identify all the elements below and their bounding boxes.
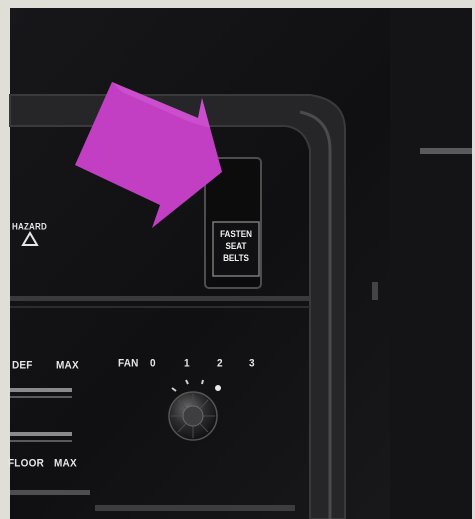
floor-slider-track bbox=[10, 432, 72, 436]
def-label: DEF bbox=[12, 359, 33, 372]
max-bottom-label: MAX bbox=[54, 457, 77, 470]
fasten-seat-belts-label: FASTEN SEAT BELTS bbox=[217, 229, 254, 265]
hazard-label: HAZARD bbox=[12, 221, 47, 232]
floor-label: FLOOR bbox=[8, 457, 44, 470]
max-top-label: MAX bbox=[56, 359, 79, 372]
fan-indicator-dot bbox=[215, 385, 221, 391]
fan-speed-3: 3 bbox=[249, 357, 255, 370]
warning-line-3: BELTS bbox=[223, 253, 249, 264]
fan-speed-2: 2 bbox=[217, 357, 223, 370]
fan-speed-0: 0 bbox=[150, 357, 156, 370]
warning-line-1: FASTEN bbox=[220, 229, 252, 240]
fan-speed-1: 1 bbox=[184, 357, 190, 370]
vent-slat bbox=[420, 148, 472, 154]
def-slider-track bbox=[10, 388, 72, 392]
panel-ridge bbox=[10, 296, 310, 301]
warning-line-2: SEAT bbox=[225, 241, 247, 252]
fan-label: FAN bbox=[118, 357, 139, 370]
